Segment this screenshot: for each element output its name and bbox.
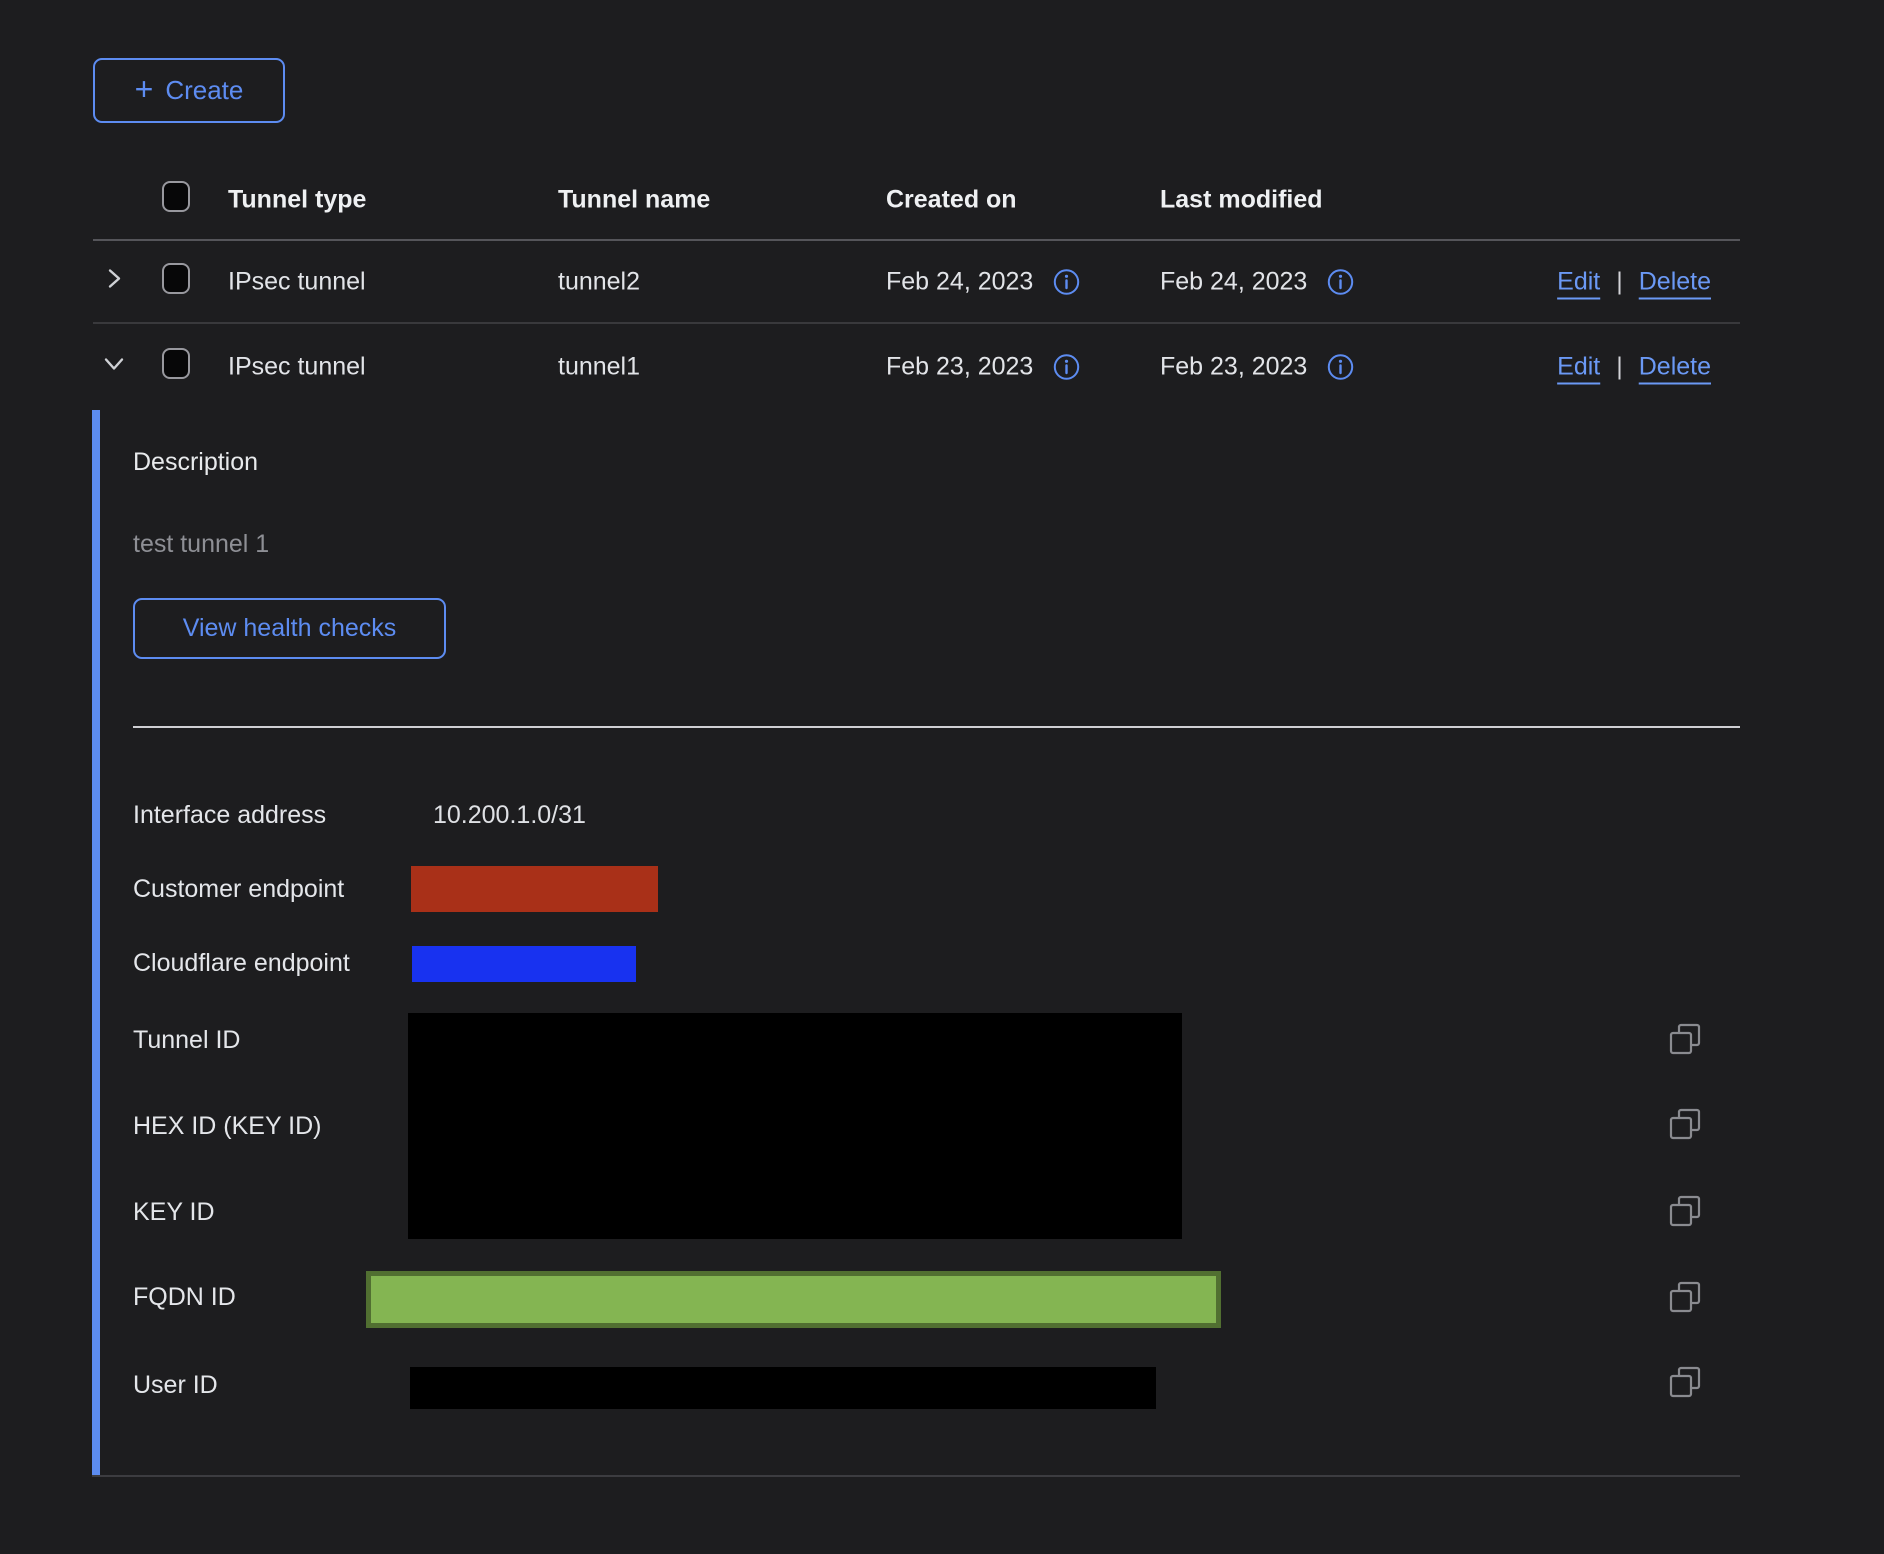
info-icon[interactable] <box>1327 268 1354 295</box>
edit-link[interactable]: Edit <box>1557 267 1600 296</box>
create-button-label: Create <box>165 75 243 106</box>
chevron-down-icon[interactable] <box>101 351 127 384</box>
user-id-redacted-value <box>410 1367 1156 1409</box>
copy-icon[interactable] <box>1667 1022 1703 1058</box>
copy-icon[interactable] <box>1667 1280 1703 1316</box>
tunnel-type-cell: IPsec tunnel <box>228 267 366 296</box>
expanded-row-indicator-bar <box>92 410 100 1475</box>
description-value: test tunnel 1 <box>133 530 269 559</box>
description-label: Description <box>133 448 258 477</box>
table-header: Tunnel type Tunnel name Created on Last … <box>93 160 1740 241</box>
row-checkbox[interactable] <box>162 263 190 294</box>
hex-id-label: HEX ID (KEY ID) <box>133 1112 321 1141</box>
header-tunnel-type: Tunnel type <box>228 185 366 214</box>
select-all-checkbox[interactable] <box>162 181 190 212</box>
expanded-tunnel-panel: Description test tunnel 1 View health ch… <box>92 410 1740 1477</box>
header-tunnel-name: Tunnel name <box>558 185 710 214</box>
info-icon[interactable] <box>1053 354 1080 381</box>
fqdn-id-label: FQDN ID <box>133 1283 236 1312</box>
row-checkbox[interactable] <box>162 348 190 379</box>
cloudflare-endpoint-redacted-value <box>412 946 636 982</box>
action-separator: | <box>1616 353 1623 382</box>
info-icon[interactable] <box>1053 268 1080 295</box>
tunnels-page: + Create Tunnel type Tunnel name Created… <box>0 0 1884 1554</box>
edit-link[interactable]: Edit <box>1557 353 1600 382</box>
interface-address-label: Interface address <box>133 801 326 830</box>
chevron-right-icon[interactable] <box>101 265 127 298</box>
table-row: IPsec tunnel tunnel1 Feb 23, 2023 Feb 23… <box>93 324 1740 410</box>
tunnel-name-cell: tunnel2 <box>558 267 640 296</box>
ids-redacted-block <box>408 1013 1182 1239</box>
plus-icon: + <box>135 73 154 105</box>
customer-endpoint-label: Customer endpoint <box>133 875 344 904</box>
user-id-label: User ID <box>133 1371 218 1400</box>
table-row: IPsec tunnel tunnel2 Feb 24, 2023 Feb 24… <box>93 241 1740 324</box>
tunnel-type-cell: IPsec tunnel <box>228 353 366 382</box>
created-on-cell: Feb 23, 2023 <box>886 353 1033 382</box>
fqdn-id-redacted-value <box>366 1271 1221 1328</box>
divider <box>133 726 1740 728</box>
interface-address-value: 10.200.1.0/31 <box>433 801 586 830</box>
copy-icon[interactable] <box>1667 1107 1703 1143</box>
info-icon[interactable] <box>1327 354 1354 381</box>
header-last-modified: Last modified <box>1160 185 1323 214</box>
copy-icon[interactable] <box>1667 1194 1703 1230</box>
create-button[interactable]: + Create <box>93 58 285 123</box>
tunnel-id-label: Tunnel ID <box>133 1026 240 1055</box>
last-modified-cell: Feb 24, 2023 <box>1160 267 1307 296</box>
action-separator: | <box>1616 267 1623 296</box>
copy-icon[interactable] <box>1667 1365 1703 1401</box>
key-id-label: KEY ID <box>133 1198 215 1227</box>
cloudflare-endpoint-label: Cloudflare endpoint <box>133 949 350 978</box>
header-created-on: Created on <box>886 185 1017 214</box>
customer-endpoint-redacted-value <box>411 866 658 912</box>
delete-link[interactable]: Delete <box>1639 267 1711 296</box>
tunnel-name-cell: tunnel1 <box>558 353 640 382</box>
view-health-checks-button[interactable]: View health checks <box>133 598 446 659</box>
created-on-cell: Feb 24, 2023 <box>886 267 1033 296</box>
delete-link[interactable]: Delete <box>1639 353 1711 382</box>
last-modified-cell: Feb 23, 2023 <box>1160 353 1307 382</box>
